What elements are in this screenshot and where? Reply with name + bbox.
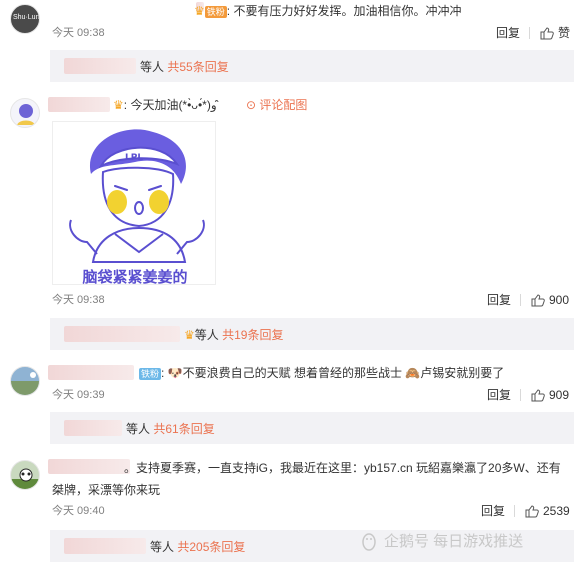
crown-icon: ♛ <box>184 328 195 342</box>
comment-image[interactable]: LPL 脑袋紧紧姜姜的 <box>52 121 216 286</box>
comment-text: ♛ 铁粉: 不要有压力好好发挥。加油相信你。冲冲冲 <box>194 4 462 18</box>
dog-emoji-icon: 🐶 <box>167 366 183 380</box>
sub-reply-summary[interactable]: 等人 共205条回复 <box>150 539 245 555</box>
penguin-logo-icon <box>360 533 378 551</box>
sub-reply-summary[interactable]: 等人 共55条回复 <box>140 59 229 75</box>
like-button[interactable]: 900 <box>531 292 569 308</box>
like-button[interactable]: 909 <box>531 387 569 403</box>
sticker-cap-text: LPL <box>125 153 143 163</box>
comment-text: 。支持夏季赛，一直支持iG，我最近在这里：yb157.cn 玩紹嘉樂瀛了20多W… <box>124 461 561 475</box>
sub-reply-users <box>64 420 122 436</box>
username[interactable] <box>48 365 134 380</box>
comment-time: 今天 09:38 <box>52 27 105 39</box>
sub-reply-users <box>64 58 136 74</box>
monkey-emoji-icon: 🙈 <box>405 366 421 380</box>
thumbs-up-icon <box>525 504 539 518</box>
divider <box>529 27 530 39</box>
divider <box>520 389 521 401</box>
comment-text-line2: 桀牌，采漂等你来玩 <box>52 483 161 497</box>
reply-button[interactable]: 回复 <box>487 292 511 308</box>
comment-time: 今天 09:38 <box>52 294 105 306</box>
comment-text: 铁粉: 🐶不要浪费自己的天赋 想着曾经的那些战士 🙈卢锡安就别要了 <box>139 366 505 380</box>
comment-time: 今天 09:39 <box>52 389 105 401</box>
image-icon: ⊙ <box>246 98 257 112</box>
sub-reply-summary[interactable]: 等人 共61条回复 <box>126 421 215 437</box>
reply-button[interactable]: 回复 <box>496 25 520 41</box>
comment-time: 今天 09:40 <box>52 505 105 517</box>
sticker-caption: 脑袋紧紧姜姜的 <box>82 268 187 286</box>
avatar[interactable] <box>10 366 40 396</box>
watermark: 企鹅号 每日游戏推送 <box>360 533 523 551</box>
avatar[interactable] <box>10 98 40 128</box>
sub-reply-users <box>64 538 146 554</box>
thumbs-up-icon <box>531 293 545 307</box>
view-image-link[interactable]: ⊙ 评论配图 <box>246 97 307 113</box>
username[interactable] <box>48 459 130 474</box>
avatar[interactable]: Shu·Lun <box>10 4 40 34</box>
thumbs-up-icon <box>540 26 554 40</box>
divider <box>520 294 521 306</box>
like-button[interactable]: 2539 <box>525 503 570 519</box>
sub-reply-summary[interactable]: ♛等人 共19条回复 <box>184 327 283 343</box>
comment-text: ♛: 今天加油(*•̀ᴗ•́*)و ̑̑ <box>113 98 220 112</box>
divider <box>514 505 515 517</box>
thumbs-up-icon <box>531 388 545 402</box>
reply-button[interactable]: 回复 <box>487 387 511 403</box>
username[interactable] <box>48 97 110 112</box>
avatar[interactable] <box>10 460 40 490</box>
fan-badge: 铁粉 <box>139 367 162 380</box>
crown-icon: ♛ <box>194 4 205 18</box>
sub-reply-users <box>64 326 180 342</box>
crown-icon: ♛ <box>113 98 124 112</box>
fan-badge: 铁粉 <box>204 5 227 18</box>
like-button[interactable]: 赞 <box>540 25 570 41</box>
reply-button[interactable]: 回复 <box>481 503 505 519</box>
